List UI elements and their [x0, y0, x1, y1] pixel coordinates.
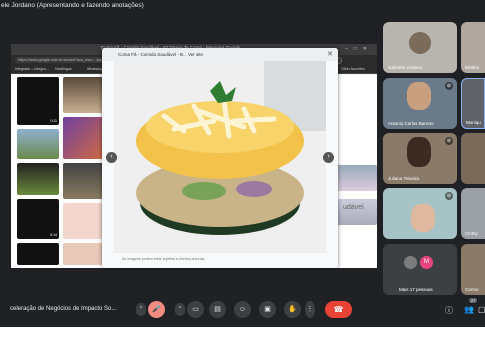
- bookmark-item[interactable]: Other favorites: [341, 67, 365, 71]
- mic-off-icon[interactable]: 🎤: [148, 301, 165, 318]
- presenter-label: ele Jordano (Apresentando e fazendo anot…: [1, 2, 144, 9]
- window-controls[interactable]: –□✕: [345, 46, 373, 52]
- participant-tile[interactable]: ⊘ Juliana Teixeira: [383, 133, 457, 184]
- result-thumbnail[interactable]: [17, 129, 59, 159]
- result-thumbnail[interactable]: [17, 243, 59, 265]
- avatar: [404, 256, 417, 269]
- hangup-icon[interactable]: ☎: [325, 301, 352, 318]
- result-thumbnail[interactable]: [63, 163, 105, 199]
- participant-video: [409, 32, 431, 54]
- bookmark-item[interactable]: Novilingue: [55, 67, 72, 71]
- result-thumbnail[interactable]: [63, 117, 105, 159]
- mic-off-icon: ⊘: [445, 82, 453, 90]
- video-duration: 0:14: [50, 233, 57, 237]
- participant-tile[interactable]: [461, 133, 485, 184]
- chevron-up-icon[interactable]: ^: [175, 303, 185, 316]
- copyright-notice: As imagens podem estar sujeitas a direit…: [122, 257, 206, 261]
- participant-name: Bettina: [465, 65, 480, 70]
- result-thumbnail[interactable]: [63, 203, 105, 239]
- participant-name: Cinthy: [465, 231, 478, 236]
- more-vert-icon[interactable]: ⋮: [305, 301, 315, 318]
- image-viewer-panel: Coma Fã - Comida Saudável - B... Ver sit…: [102, 48, 338, 268]
- avatar: M: [420, 256, 433, 269]
- food-photo: [114, 61, 326, 253]
- participant-name: Gabriele Jordano: [388, 65, 423, 70]
- people-count-badge: 27: [469, 298, 478, 303]
- result-thumbnail[interactable]: [63, 243, 105, 265]
- chat-icon[interactable]: ▢: [478, 305, 485, 314]
- close-icon[interactable]: ✕: [327, 50, 333, 58]
- result-thumbnail[interactable]: [335, 165, 377, 191]
- participant-video: [407, 137, 431, 167]
- video-duration: 0:11: [50, 119, 57, 123]
- chevron-up-icon[interactable]: ^: [136, 303, 146, 316]
- participant-tile[interactable]: Bettina: [461, 22, 485, 73]
- next-image-button[interactable]: ›: [323, 152, 334, 163]
- participant-tile[interactable]: Gabriele Jordano: [383, 22, 457, 73]
- viewer-header: Coma Fã - Comida Saudável - B... Ver sit…: [102, 48, 338, 61]
- result-thumbnail[interactable]: [63, 77, 105, 113]
- result-thumbnail[interactable]: 0:11: [17, 77, 59, 125]
- participant-name: Juliana Teixeira: [388, 176, 419, 181]
- result-thumbnail[interactable]: [17, 163, 59, 195]
- camera-icon[interactable]: ▭: [187, 301, 204, 318]
- info-icon[interactable]: ⓘ: [445, 305, 453, 316]
- present-icon[interactable]: ▣: [259, 301, 276, 318]
- participant-video: [407, 82, 431, 110]
- participant-name: Antonio Carlos Barreto: [388, 121, 434, 126]
- participant-video: [411, 204, 435, 232]
- bookmark-item[interactable]: Integrator – Integra...: [15, 67, 49, 71]
- people-icon[interactable]: 👥: [464, 305, 474, 314]
- participant-tile[interactable]: Cinthy: [461, 188, 485, 239]
- participant-tile[interactable]: ⊘: [383, 188, 457, 239]
- mic-off-icon: ⊘: [445, 137, 453, 145]
- more-participants-label: Mais 17 pessoas: [399, 287, 433, 292]
- result-thumbnail[interactable]: 0:14: [17, 199, 59, 239]
- captions-icon[interactable]: ▤: [209, 301, 226, 318]
- participant-tile[interactable]: ⊘ Antonio Carlos Barreto: [383, 78, 457, 129]
- mic-off-icon: ⊘: [445, 192, 453, 200]
- participant-name: Moniqu: [466, 120, 481, 125]
- meet-window: ele Jordano (Apresentando e fazendo anot…: [0, 0, 485, 327]
- previous-image-button[interactable]: ‹: [106, 152, 117, 163]
- more-participants-tile[interactable]: M Mais 17 pessoas: [383, 244, 457, 295]
- meeting-title: celeração de Negócios de Impacto So...: [10, 306, 117, 312]
- participant-tile[interactable]: Moniqu: [461, 78, 485, 129]
- participant-name: Carmo: [465, 287, 479, 292]
- viewer-title[interactable]: Coma Fã - Comida Saudável - B... Ver sit…: [118, 52, 203, 57]
- result-thumbnail[interactable]: [335, 199, 377, 225]
- emoji-icon[interactable]: ☺: [234, 301, 251, 318]
- participant-tile[interactable]: Carmo: [461, 244, 485, 295]
- side-text: udável: [343, 204, 364, 211]
- raise-hand-icon[interactable]: ✋: [284, 301, 301, 318]
